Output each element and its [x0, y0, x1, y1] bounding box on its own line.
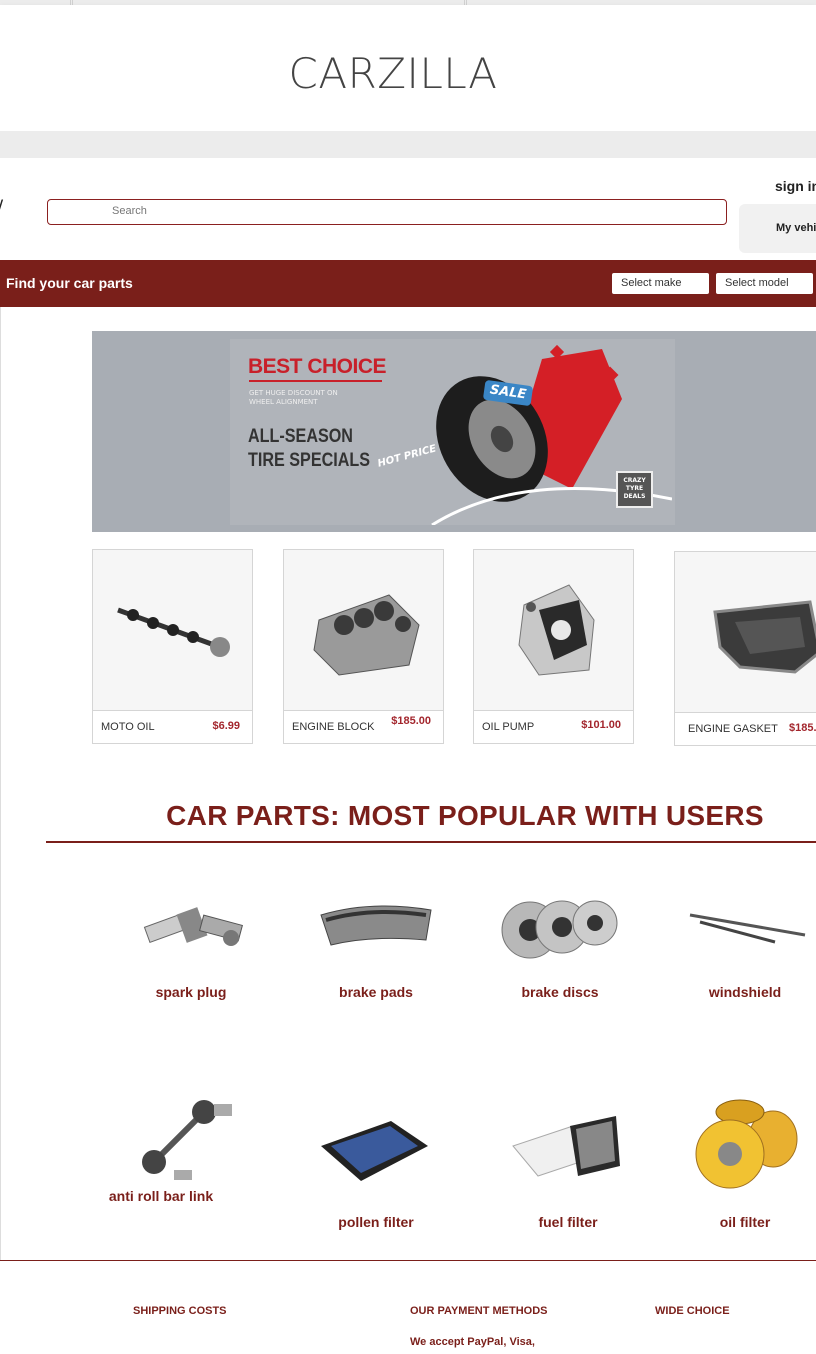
category-label: anti roll bar link [108, 1188, 214, 1204]
pollen-filter-icon [291, 1106, 461, 1196]
category-item[interactable]: spark plug [106, 880, 276, 1002]
category-label: fuel filter [538, 1214, 598, 1230]
product-info: OIL PUMP $101.00 [474, 710, 633, 743]
category-label: brake pads [339, 984, 413, 1000]
my-vehicles-button[interactable]: My vehicles [739, 204, 816, 253]
search-input[interactable]: Search [47, 199, 727, 225]
product-info: MOTO OIL $6.99 [93, 710, 252, 743]
footer-divider [0, 1260, 816, 1261]
product-price: $101.00 [581, 719, 621, 731]
engine-block-icon [284, 550, 443, 710]
anti-roll-bar-link-icon [89, 1092, 259, 1182]
wide-choice-heading[interactable]: WIDE CHOICE [655, 1305, 730, 1317]
banner-subtext: GET HUGE DISCOUNT ON WHEEL ALIGNMENT [249, 389, 338, 406]
parts-finder-bar: Find your car parts Select make Select m… [0, 260, 816, 307]
brake-discs-icon [475, 880, 645, 970]
wiper-blades-icon [660, 880, 816, 970]
product-price: $185.00 [789, 722, 816, 734]
category-label: brake discs [521, 984, 599, 1000]
product-name: OIL PUMP [482, 721, 535, 733]
shipping-costs-heading[interactable]: SHIPPING COSTS [133, 1305, 227, 1317]
product-price: $185.00 [391, 715, 431, 727]
category-item[interactable]: anti roll bar link [89, 1092, 259, 1206]
category-label: spark plug [155, 984, 227, 1000]
popular-section-title: CAR PARTS: MOST POPULAR WITH USERS [166, 800, 764, 831]
product-card[interactable]: ENGINE GASKET $185.00 [674, 551, 816, 746]
category-label: pollen filter [338, 1214, 414, 1230]
section-divider [46, 841, 816, 843]
product-name: MOTO OIL [101, 721, 155, 733]
sign-in-link[interactable]: sign in [775, 178, 816, 194]
payment-methods-text: We accept PayPal, Visa, [410, 1336, 535, 1348]
banner-offer-line2: TIRE SPECIALS [248, 450, 371, 471]
product-name: ENGINE BLOCK [292, 721, 375, 733]
category-item[interactable]: pollen filter [291, 1106, 461, 1232]
camshaft-icon [93, 550, 252, 710]
product-info: ENGINE BLOCK $185.00 [284, 710, 443, 743]
category-label: oil filter [719, 1214, 771, 1230]
header-spacer [0, 131, 816, 158]
promo-banner[interactable]: BEST CHOICE GET HUGE DISCOUNT ON WHEEL A… [92, 331, 816, 532]
oil-filter-icon [660, 1092, 816, 1196]
spark-plug-icon [106, 880, 276, 970]
brake-pads-icon [291, 880, 461, 970]
fuel-filter-icon [483, 1106, 653, 1196]
crazy-deals-badge: CRAZY TYRE DEALS [616, 471, 653, 508]
product-name: ENGINE GASKET [688, 723, 778, 735]
payment-methods-heading[interactable]: OUR PAYMENT METHODS [410, 1305, 548, 1317]
category-item[interactable]: brake pads [291, 880, 461, 1002]
finder-title: Find your car parts [6, 275, 133, 291]
category-item[interactable]: fuel filter [483, 1106, 653, 1232]
product-card[interactable]: ENGINE BLOCK $185.00 [283, 549, 444, 744]
product-price: $6.99 [212, 720, 240, 732]
banner-divider [249, 380, 382, 382]
select-model[interactable]: Select model [716, 273, 813, 294]
site-logo[interactable]: CARZILLA [0, 49, 786, 98]
category-label: windshield [708, 984, 782, 1000]
banner-offer-line1: ALL-SEASON [248, 426, 353, 447]
product-card[interactable]: MOTO OIL $6.99 [92, 549, 253, 744]
select-make[interactable]: Select make [612, 273, 709, 294]
category-item[interactable]: oil filter [660, 1092, 816, 1232]
category-item[interactable]: windshield [660, 880, 816, 1002]
logo-fragment: / [0, 198, 3, 214]
oil-pump-icon [474, 550, 633, 710]
search-row: / Search sign in My vehicles [0, 158, 816, 260]
product-info: ENGINE GASKET $185.00 [675, 712, 816, 745]
banner-headline: BEST CHOICE [248, 355, 387, 378]
product-card[interactable]: OIL PUMP $101.00 [473, 549, 634, 744]
oil-pan-icon [675, 552, 816, 712]
category-item[interactable]: brake discs [475, 880, 645, 1002]
banner-offer: ALL-SEASON TIRE SPECIALS [248, 425, 370, 473]
brand-header: CARZILLA [0, 5, 816, 131]
